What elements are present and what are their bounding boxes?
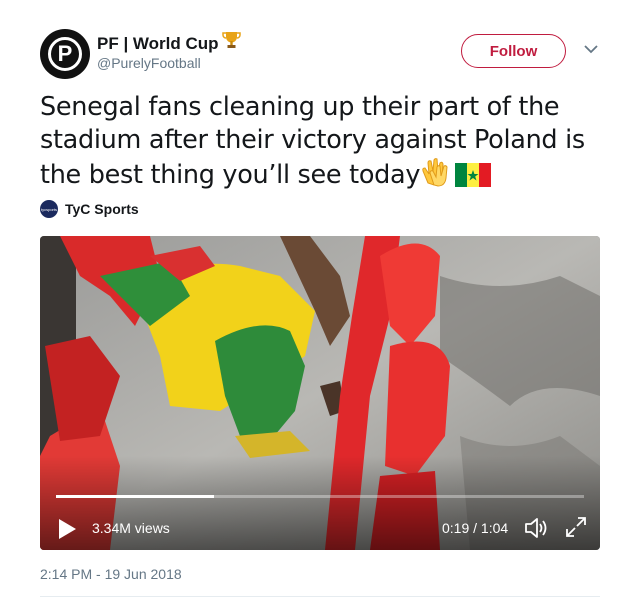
- tweet-text: Senegal fans cleaning up their part of t…: [40, 91, 600, 196]
- author-avatar[interactable]: P: [40, 29, 90, 79]
- volume-icon[interactable]: [523, 515, 549, 541]
- author-display-name[interactable]: PF | World Cup: [97, 31, 241, 54]
- fullscreen-icon[interactable]: [564, 515, 588, 539]
- media-source[interactable]: tycsports TyC Sports: [40, 199, 139, 219]
- chevron-down-icon[interactable]: [583, 43, 599, 55]
- media-source-name: TyC Sports: [65, 201, 139, 217]
- author-handle[interactable]: @PurelyFootball: [97, 55, 201, 71]
- video-player[interactable]: 3.34M views 0:19 / 1:04: [40, 236, 600, 550]
- video-progress-bar[interactable]: [56, 495, 584, 498]
- video-views: 3.34M views: [92, 520, 170, 536]
- follow-button[interactable]: Follow: [461, 34, 566, 68]
- tweet-timestamp[interactable]: 2:14 PM - 19 Jun 2018: [40, 566, 182, 582]
- video-time: 0:19 / 1:04: [442, 520, 509, 536]
- tyc-sports-logo: tycsports: [40, 200, 58, 218]
- divider: [40, 596, 600, 597]
- video-frame: [40, 236, 600, 550]
- video-progress-fill: [56, 495, 215, 498]
- avatar-letter: P: [48, 37, 82, 71]
- trophy-icon: [221, 31, 241, 54]
- tweet-text-body: Senegal fans cleaning up their part of t…: [40, 92, 585, 190]
- clapping-hands-icon: [420, 157, 454, 196]
- play-icon[interactable]: [57, 518, 77, 540]
- senegal-flag-icon: [454, 163, 492, 196]
- author-name-text: PF | World Cup: [97, 34, 219, 53]
